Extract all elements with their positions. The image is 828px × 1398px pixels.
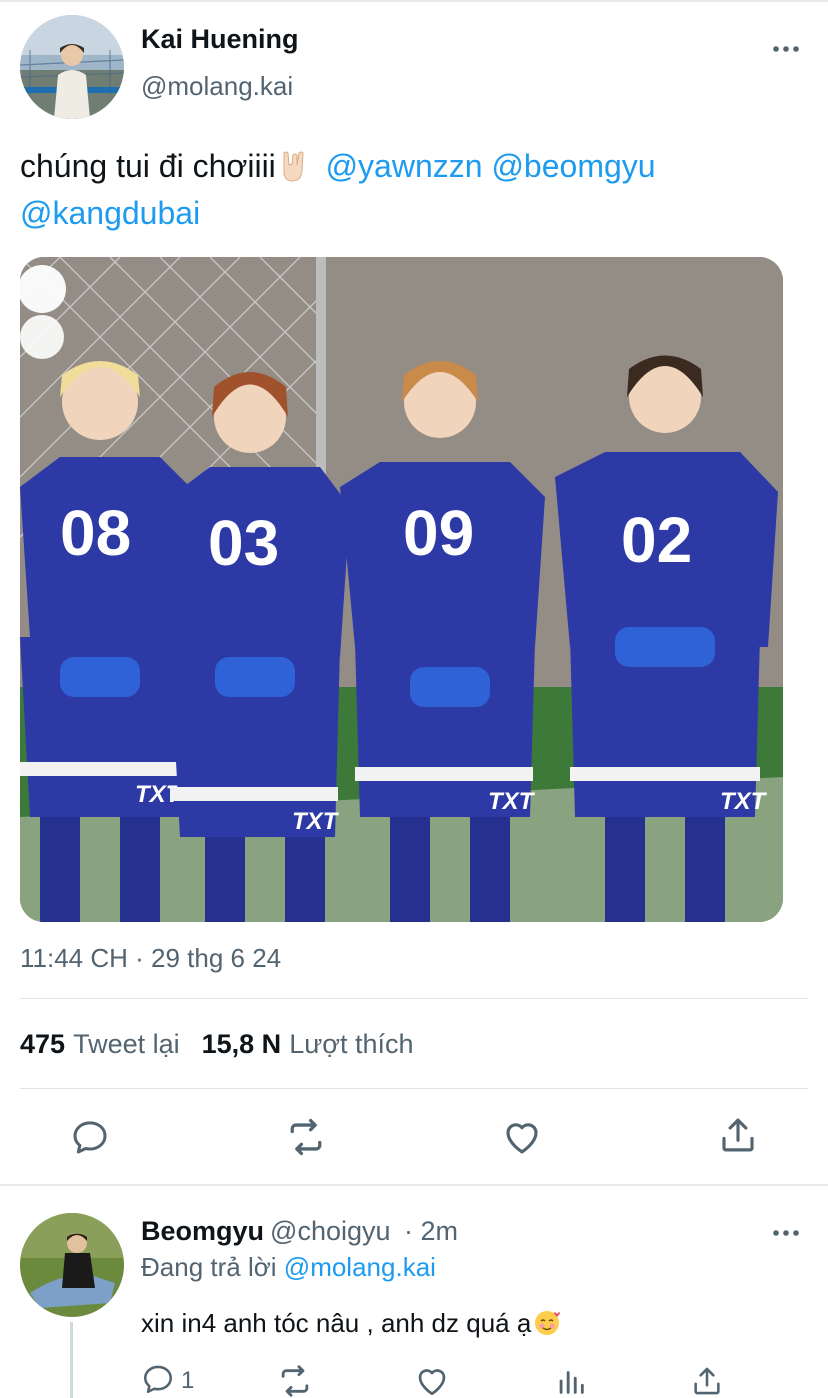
tweet-stats: 475 Tweet lại 15,8 N Lượt thích [20,1029,414,1060]
divider [20,998,808,999]
author-avatar[interactable] [20,15,124,119]
svg-text:TXT: TXT [292,808,340,835]
retweet-icon[interactable] [284,1115,328,1159]
reply-time: · 2m [404,1216,459,1246]
replying-label: Đang trả lời [141,1252,277,1282]
mention-link[interactable]: @kangdubai [20,195,200,231]
smiling-hearts-emoji-icon [533,1309,561,1337]
like-icon[interactable] [500,1115,544,1159]
more-icon[interactable] [766,34,806,64]
reply-author-handle[interactable]: @choigyu [270,1216,390,1246]
reply-icon[interactable] [68,1115,112,1159]
top-divider [0,0,828,2]
reply-action[interactable]: 1 [141,1364,194,1398]
tweet-photo[interactable]: 08 TXT 03 TXT 09 TXT 02 TXT [20,257,783,922]
more-icon[interactable] [766,1218,806,1248]
thread-line [70,1322,73,1398]
reply-icon[interactable] [141,1362,175,1398]
author-name[interactable]: Kai Huening [141,24,299,55]
analytics-icon[interactable] [554,1364,588,1398]
reply-author-avatar[interactable] [20,1213,124,1317]
svg-text:02: 02 [621,504,692,576]
share-icon[interactable] [716,1113,760,1157]
svg-text:08: 08 [60,497,131,569]
divider [20,1088,808,1089]
svg-text:TXT: TXT [488,788,536,815]
tweet-text: chúng tui đi chơiiii @yawnzzn @beomgyu @… [20,143,800,237]
replying-mention[interactable]: @molang.kai [284,1252,436,1282]
retweet-count[interactable]: 475 [20,1029,65,1059]
reply-count: 1 [181,1367,195,1394]
retweet-label[interactable]: Tweet lại [73,1029,180,1059]
author-handle[interactable]: @molang.kai [141,71,293,102]
rock-hand-emoji-icon [278,149,308,183]
mention-link[interactable]: @beomgyu [491,148,655,184]
reply-text: xin in4 anh tóc nâu , anh dz quá ạ [141,1308,561,1339]
mention-link[interactable]: @yawnzzn [326,148,483,184]
retweet-icon[interactable] [276,1364,314,1398]
tweet-text-body: chúng tui đi chơiiii [20,148,276,184]
tweet-timestamp[interactable]: 11:44 CH · 29 thg 6 24 [20,943,281,974]
like-label[interactable]: Lượt thích [289,1029,413,1059]
like-icon[interactable] [414,1364,450,1398]
reply-author-name[interactable]: Beomgyu [141,1216,264,1246]
svg-text:03: 03 [208,507,279,579]
svg-text:09: 09 [403,497,474,569]
reply-text-body: xin in4 anh tóc nâu , anh dz quá ạ [141,1308,532,1338]
svg-text:TXT: TXT [720,788,768,815]
divider [0,1184,828,1186]
like-count[interactable]: 15,8 N [202,1029,282,1059]
share-icon[interactable] [690,1364,724,1398]
reply-header: Beomgyu @choigyu · 2m [141,1216,458,1247]
replying-to: Đang trả lời @molang.kai [141,1252,436,1283]
